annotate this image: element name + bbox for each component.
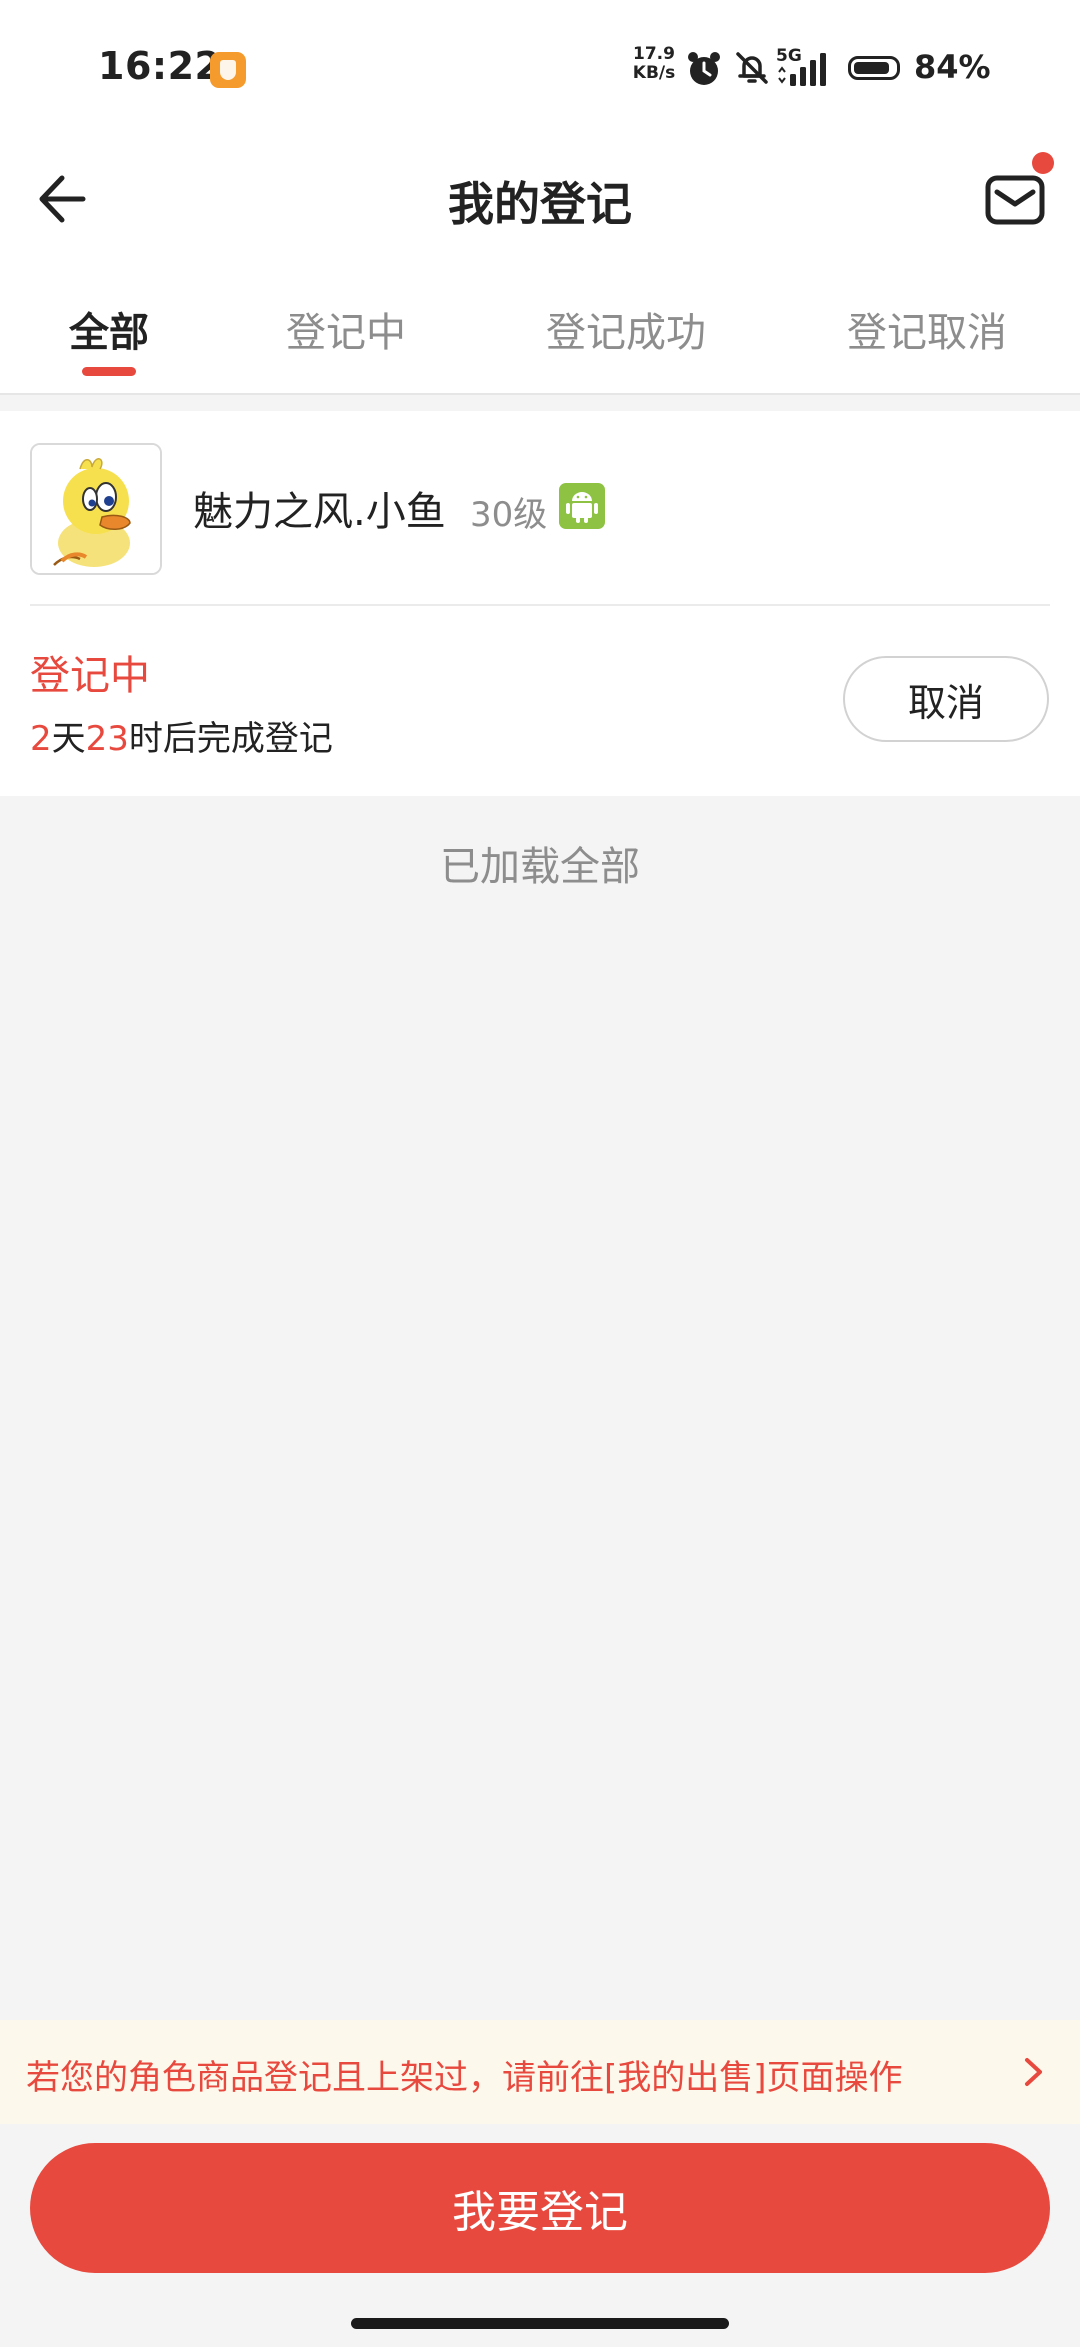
status-bar: 16:22 17.9 KB/s 5G 84% [0, 0, 1080, 140]
list-end-text: 已加载全部 [440, 844, 640, 890]
network-speed-unit: KB/s [632, 63, 676, 83]
status-time: 16:22 [98, 44, 222, 88]
battery-level: 84% [914, 48, 991, 86]
role-level: 30级 [470, 495, 548, 535]
countdown-hours: 23 [85, 719, 129, 759]
mute-bell-icon [736, 52, 768, 84]
android-icon [559, 483, 605, 529]
tab-all[interactable]: 全部 [69, 300, 149, 358]
tab-cancelled[interactable]: 登记取消 [847, 300, 1007, 358]
active-tab-indicator [82, 367, 136, 376]
network-speed: 17.9 KB/s [632, 45, 676, 83]
mail-icon[interactable] [980, 166, 1050, 232]
avatar [30, 443, 162, 575]
page-title: 我的登记 [448, 177, 632, 231]
network-speed-value: 17.9 [633, 44, 675, 64]
app-notification-icon [210, 52, 246, 88]
registration-status: 登记中 [30, 653, 150, 699]
battery-icon [848, 56, 900, 80]
status-tabs: 全部 登记中 登记成功 登记取消 [0, 250, 1080, 395]
alarm-icon [688, 52, 720, 85]
notice-text: 若您的角色商品登记且上架过，请前往[我的出售]页面操作 [26, 2058, 903, 2098]
notice-bar[interactable]: 若您的角色商品登记且上架过，请前往[我的出售]页面操作 [0, 2020, 1080, 2124]
chevron-right-icon [1025, 2058, 1042, 2086]
home-indicator[interactable] [351, 2318, 729, 2329]
top-nav-bar: 我的登记 [0, 140, 1080, 250]
unread-dot [1032, 152, 1054, 174]
role-name: 魅力之风.小鱼 [193, 489, 446, 535]
duck-avatar-icon [32, 445, 160, 573]
signal-icon [778, 53, 826, 86]
countdown-days-unit: 天 [51, 719, 86, 759]
registration-card[interactable]: 魅力之风.小鱼 30级 登记中 2天23时后完成登记 取消 [0, 411, 1080, 796]
countdown-days: 2 [30, 719, 52, 759]
cancel-button[interactable]: 取消 [843, 656, 1049, 742]
registration-countdown: 2天23时后完成登记 [30, 711, 333, 760]
countdown-suffix: 时后完成登记 [128, 719, 333, 759]
tab-registered[interactable]: 登记成功 [546, 300, 706, 358]
register-button[interactable]: 我要登记 [30, 2143, 1050, 2273]
tab-registering[interactable]: 登记中 [286, 300, 406, 358]
card-divider [30, 604, 1050, 606]
